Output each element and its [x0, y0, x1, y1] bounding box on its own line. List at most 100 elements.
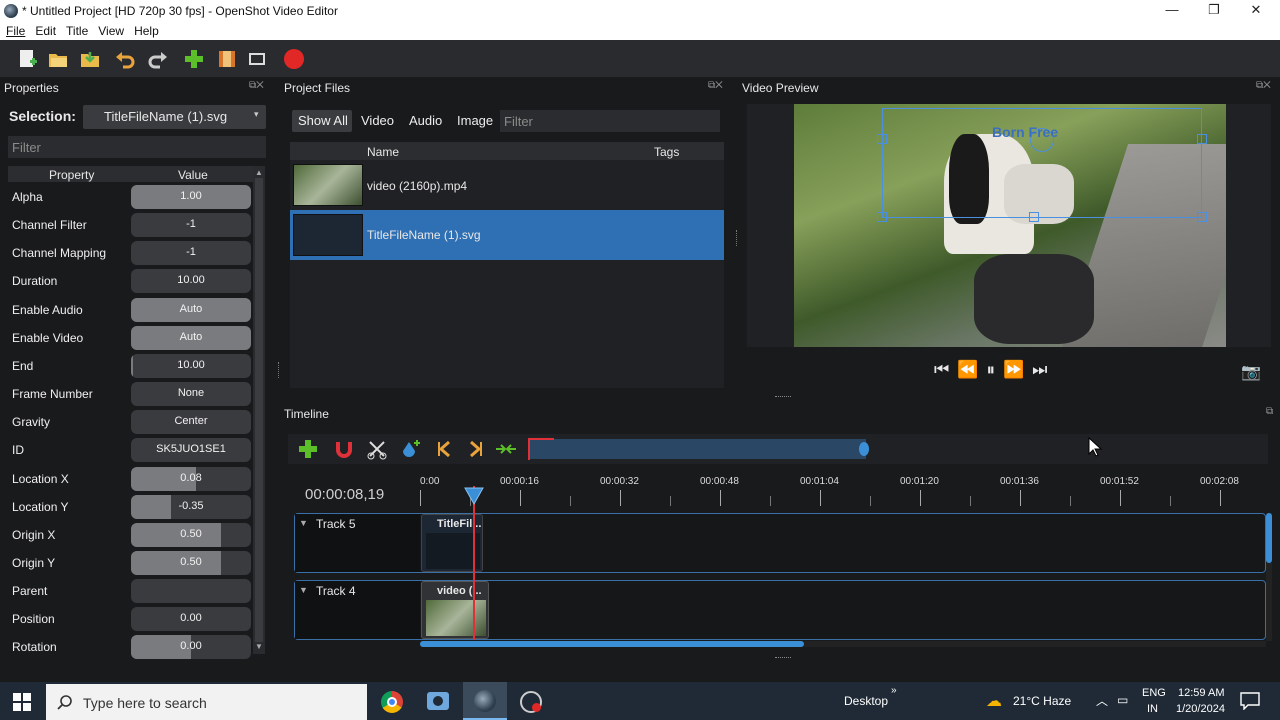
property-row[interactable]: Position 0.00	[8, 605, 253, 633]
property-value-slider[interactable]	[131, 579, 251, 604]
property-value-slider[interactable]: 0.50	[131, 522, 251, 547]
timeline-ruler[interactable]: 00:00:08,19 0:00 00:00:16 00:00:32 00:00:48…	[290, 472, 1270, 510]
file-row[interactable]: video (2160p).mp4	[290, 160, 724, 210]
splitter-handle-left[interactable]	[278, 362, 280, 378]
collapse-track-icon[interactable]: ▼	[299, 585, 308, 595]
import-files-icon[interactable]	[183, 48, 205, 70]
snapping-icon[interactable]	[333, 438, 355, 460]
pause-icon[interactable]: ⏸	[986, 360, 1003, 379]
property-row[interactable]: ID SK5JUO1SE1	[8, 436, 253, 464]
windows-start-icon[interactable]	[13, 693, 31, 711]
files-filter-input[interactable]: Filter	[500, 110, 720, 132]
transform-handle[interactable]	[877, 212, 887, 222]
hscroll-thumb[interactable]	[420, 641, 804, 647]
next-marker-icon[interactable]	[464, 438, 486, 460]
property-row[interactable]: Location X 0.08	[8, 465, 253, 493]
tab-audio[interactable]: Audio	[409, 113, 442, 128]
playhead-line[interactable]	[473, 486, 475, 640]
scrollbar-thumb[interactable]	[255, 178, 263, 642]
language-region[interactable]: IN	[1147, 703, 1158, 715]
jump-end-icon[interactable]: ⏭	[1032, 360, 1055, 379]
property-row[interactable]: Enable Video Auto	[8, 324, 253, 352]
previous-marker-icon[interactable]	[434, 438, 456, 460]
menu-view[interactable]: View	[93, 22, 129, 40]
tab-video[interactable]: Video	[361, 113, 394, 128]
timeline-hscroll[interactable]	[420, 641, 1266, 647]
selection-dropdown[interactable]: TitleFileName (1).svg ▾	[83, 105, 266, 129]
project-files-float-icon[interactable]: ⧉✕	[708, 80, 723, 91]
property-row[interactable]: Channel Filter -1	[8, 211, 253, 239]
property-value-slider[interactable]: SK5JUO1SE1	[131, 438, 251, 463]
video-clip[interactable]: video (...	[421, 581, 489, 639]
property-row[interactable]: Origin X 0.50	[8, 521, 253, 549]
zoom-slider-range[interactable]	[528, 439, 866, 459]
save-project-icon[interactable]	[79, 48, 101, 70]
track-header[interactable]: ▼ Track 5	[295, 514, 420, 572]
property-row[interactable]: Frame Number None	[8, 380, 253, 408]
vscroll-thumb[interactable]	[1266, 513, 1272, 563]
properties-filter-input[interactable]: Filter	[8, 136, 266, 158]
property-value-slider[interactable]: None	[131, 382, 251, 407]
jump-start-icon[interactable]: ⏮	[934, 360, 957, 379]
scroll-up-icon[interactable]: ▲	[255, 168, 263, 177]
rewind-icon[interactable]: ⏪	[957, 360, 986, 379]
splitter-handle-bottom[interactable]	[775, 657, 791, 660]
camera-icon[interactable]: 📷	[1241, 362, 1261, 382]
property-value-slider[interactable]: Auto	[131, 297, 251, 322]
splitter-handle-horizontal[interactable]	[775, 396, 791, 399]
track-row[interactable]: ▼ Track 4 video (...	[294, 580, 1266, 640]
redo-icon[interactable]	[147, 48, 169, 70]
property-value-slider[interactable]: 0.00	[131, 635, 251, 660]
property-value-slider[interactable]: -1	[131, 241, 251, 266]
zoom-slider-viewport[interactable]	[528, 438, 554, 460]
property-row[interactable]: Gravity Center	[8, 408, 253, 436]
track-row[interactable]: ▼ Track 5 TitleFil...	[294, 513, 1266, 573]
scroll-down-icon[interactable]: ▼	[255, 642, 263, 651]
weather-text[interactable]: 21°C Haze	[1013, 694, 1071, 708]
property-value-slider[interactable]: -0.35	[131, 494, 251, 519]
transform-handle[interactable]	[877, 134, 887, 144]
property-value-slider[interactable]: 0.08	[131, 466, 251, 491]
property-value-slider[interactable]: 1.00	[131, 185, 251, 209]
notifications-icon[interactable]	[1240, 692, 1260, 710]
property-row[interactable]: Alpha 1.00	[8, 183, 253, 211]
property-row[interactable]: Parent	[8, 577, 253, 605]
menu-edit[interactable]: Edit	[30, 22, 61, 40]
camera-app-icon[interactable]	[427, 692, 449, 710]
desktop-label[interactable]: Desktop	[844, 694, 888, 708]
col-property[interactable]: Property	[49, 168, 94, 182]
fast-forward-icon[interactable]: ⏩	[1003, 360, 1032, 379]
splitter-handle[interactable]	[736, 230, 738, 246]
chevron-right-icon[interactable]: »	[891, 685, 897, 696]
menu-file[interactable]: File	[0, 22, 30, 40]
razor-icon[interactable]	[366, 438, 388, 460]
minimize-button[interactable]: —	[1152, 2, 1192, 20]
clock-date[interactable]: 1/20/2024	[1176, 703, 1225, 715]
col-value[interactable]: Value	[178, 168, 208, 182]
taskbar-search-box[interactable]: Type here to search	[46, 684, 367, 720]
center-playhead-icon[interactable]	[494, 438, 518, 460]
property-value-slider[interactable]: Auto	[131, 325, 251, 350]
preview-float-icon[interactable]: ⧉✕	[1256, 80, 1271, 91]
add-track-icon[interactable]	[297, 438, 319, 460]
undo-icon[interactable]	[114, 48, 136, 70]
choose-profile-icon[interactable]	[216, 48, 238, 70]
property-row[interactable]: Duration 10.00	[8, 267, 253, 295]
new-project-icon[interactable]	[16, 48, 38, 70]
add-marker-icon[interactable]	[400, 438, 422, 460]
properties-float-icon[interactable]: ⧉✕	[249, 80, 264, 91]
transform-handle[interactable]	[1029, 212, 1039, 222]
export-video-icon[interactable]	[283, 48, 305, 70]
zoom-slider-handle[interactable]	[859, 442, 869, 456]
open-project-icon[interactable]	[47, 48, 69, 70]
property-value-slider[interactable]: 0.50	[131, 550, 251, 575]
property-row[interactable]: End 10.00	[8, 352, 253, 380]
property-value-slider[interactable]: 10.00	[131, 353, 251, 378]
property-value-slider[interactable]: Center	[131, 410, 251, 435]
property-value-slider[interactable]: 10.00	[131, 269, 251, 294]
property-row[interactable]: Location Y -0.35	[8, 493, 253, 521]
timeline-vscroll[interactable]	[1266, 513, 1272, 641]
col-tags[interactable]: Tags	[654, 145, 679, 159]
transform-handle[interactable]	[1197, 134, 1207, 144]
collapse-track-icon[interactable]: ▼	[299, 518, 308, 528]
